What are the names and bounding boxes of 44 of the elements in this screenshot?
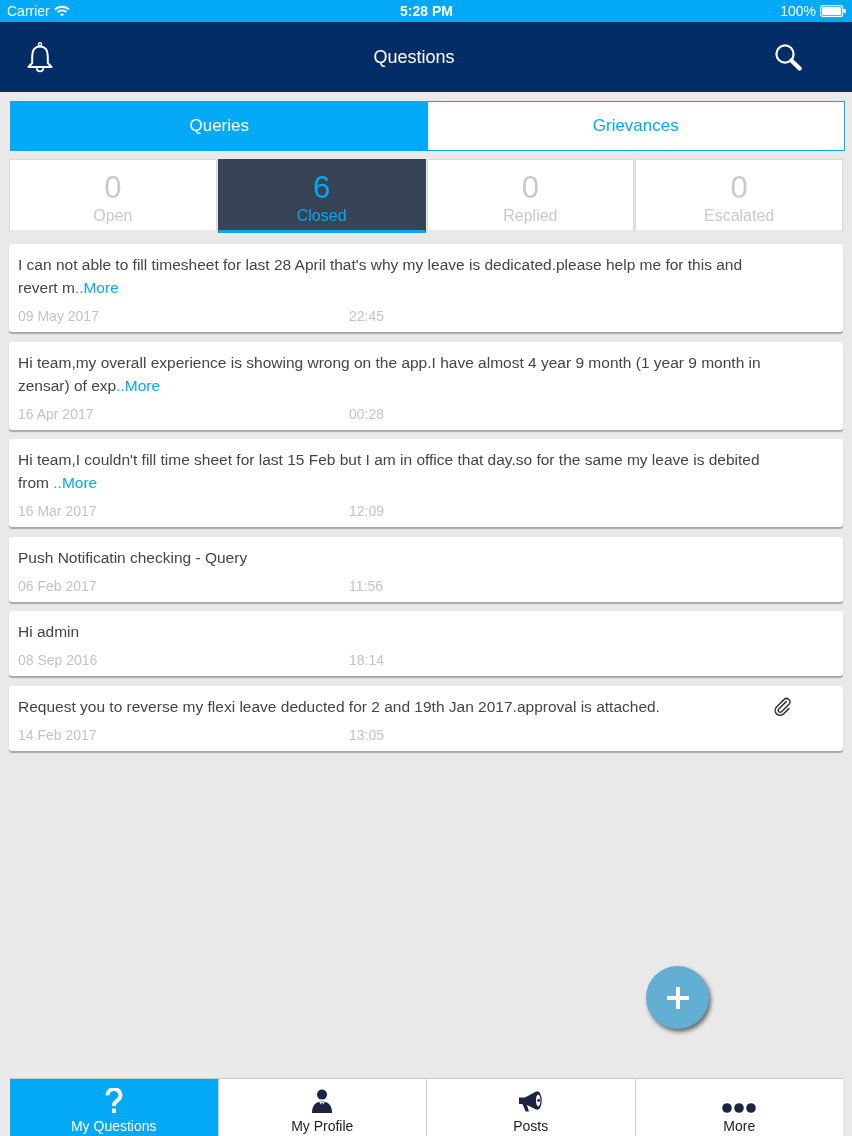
more-link[interactable]: ..More [116,376,161,394]
add-button[interactable] [646,966,709,1029]
date-text: 16 Mar 2017 [18,502,98,521]
time-text: 22:45 [349,307,385,326]
wifi-icon [53,5,70,17]
carrier-text: Carrier [7,1,50,21]
question-card[interactable]: Hi team,my overall experience is showing wrong on the app.I have almost 4 year 9 month (1 year 9 month in zensar) of exp..More 16 Apr 2017 00:28 [9,341,843,430]
date-text: 16 Apr 2017 [18,404,95,424]
question-card[interactable]: Request you to reverse my flexi leave deducted for 2 and 19th Jan 2017.approval is attached. 14 Feb 2017 13:05 [9,685,843,751]
date-text: 09 May 2017 [18,307,100,326]
time-text: 00:28 [349,404,385,424]
tab-bar-item[interactable]: My Questions [10,1079,219,1136]
question-text: Hi team,I couldn't fill time sheet for last 15 Feb but I am in office that day.so for the same my leave is debited from ..More [18,450,761,493]
time-text: 13:05 [349,725,385,745]
question-text: Request you to reverse my flexi leave deducted for 2 and 19th Jan 2017.approval is attached. [18,696,661,717]
more-link[interactable]: ..More [74,279,119,296]
question-mark-icon [104,1087,123,1113]
search-icon[interactable] [774,43,802,71]
battery-text: 100% [780,1,816,21]
screen-title: Questions [373,45,455,69]
question-card[interactable]: Hi admin 08 Sep 2016 18:14 [9,611,843,676]
date-text: 06 Feb 2017 [18,576,98,596]
question-card[interactable]: Push Notificatin checking - Query 06 Feb 2017 11:56 [9,536,843,602]
segment-tab[interactable]: Queries [11,102,428,150]
question-card[interactable]: I can not able to fill timesheet for last 28 April that's why my leave is dedicated.please help me for this and revert m..More 09 May 2017 22:45 [9,244,843,332]
time-text: 11:56 [349,576,383,596]
time-text: 12:09 [349,502,385,521]
megaphone-icon [517,1088,544,1113]
person-icon [311,1088,334,1113]
question-card[interactable]: Hi team,I couldn't fill time sheet for last 15 Feb but I am in office that day.so for the same my leave is debited from ..More 16 Mar 2017 12:09 [9,439,843,527]
question-text: Hi team,my overall experience is showing wrong on the app.I have almost 4 year 9 month (1 year 9 month in zensar) of exp..More [18,352,762,396]
clock-text: 5:28 PM [400,1,453,21]
question-text: Push Notificatin checking - Query [18,547,249,568]
time-text: 18:14 [349,651,385,670]
date-text: 14 Feb 2017 [18,725,98,745]
date-text: 08 Sep 2016 [18,651,99,670]
status-tab[interactable]: 6 Closed [217,159,426,233]
bell-icon[interactable] [26,41,54,73]
question-text: I can not able to fill timesheet for last 28 April that's why my leave is dedicated.please help me for this and revert m..More [18,255,744,298]
battery-icon [820,5,846,17]
question-text: Hi admin [18,622,81,642]
plus-icon [666,986,689,1009]
dots-icon [722,1102,757,1113]
more-link[interactable]: ..More [53,474,98,491]
